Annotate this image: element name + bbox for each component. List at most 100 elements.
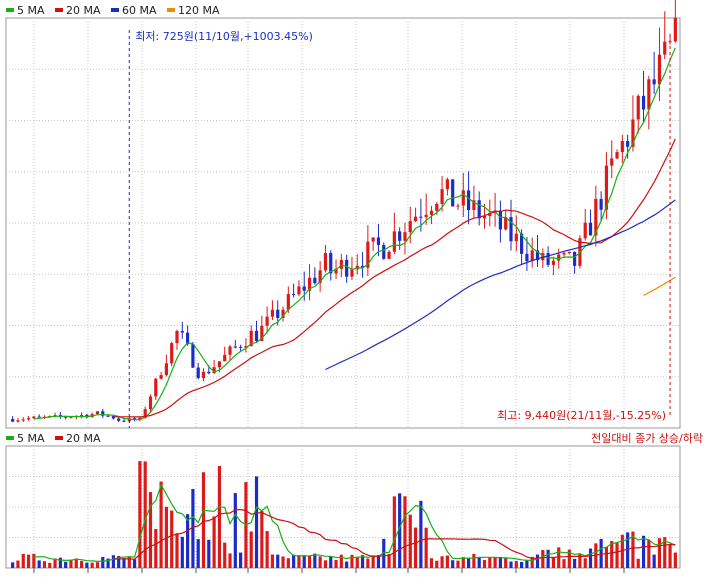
candle-body — [615, 152, 619, 159]
volume-bar — [148, 492, 153, 568]
volume-bar — [562, 559, 566, 568]
chart-canvas: 최저: 725원(11/10월,+1003.45%) 최고: 9,440원(21/… — [5, 0, 703, 573]
volume-bar — [286, 558, 290, 568]
candle-body — [387, 251, 391, 259]
volume-bar — [477, 557, 481, 568]
volume-bar — [408, 514, 412, 568]
volume-bar — [461, 557, 465, 568]
candle-body — [69, 417, 73, 419]
volume-bar — [366, 558, 370, 568]
candle-body — [456, 205, 460, 207]
price-legend-swatch — [55, 8, 63, 12]
candle-body — [175, 331, 179, 344]
candle-body — [647, 79, 651, 110]
volume-bar — [254, 476, 259, 568]
candle-body — [345, 259, 349, 277]
candle-body — [329, 253, 333, 274]
candle-body — [424, 214, 428, 218]
candle-body — [201, 371, 206, 379]
volume-bar — [387, 554, 391, 568]
volume-bar — [424, 527, 428, 568]
candle-body — [350, 269, 354, 277]
candle-body — [265, 316, 269, 326]
volume-bar — [604, 546, 609, 568]
candle-body — [207, 371, 211, 374]
candle-body — [106, 415, 110, 417]
volume-bar — [429, 558, 434, 568]
volume-bar — [111, 555, 115, 568]
candle-body — [21, 419, 25, 421]
volume-bar — [345, 561, 349, 568]
volume-bar — [101, 556, 105, 568]
volume-bar — [180, 536, 184, 568]
candle-body — [445, 179, 449, 190]
volume-bar — [64, 561, 68, 568]
volume-bar — [413, 527, 418, 568]
candle-body — [313, 277, 317, 284]
candle-body — [376, 237, 381, 246]
volume-bar — [482, 560, 487, 568]
candle-body — [673, 17, 677, 42]
volume-bar — [196, 539, 200, 568]
candle-body — [583, 222, 587, 239]
volume-bar — [551, 557, 556, 568]
volume-bar — [42, 561, 47, 568]
candle-body — [530, 250, 534, 262]
candle-body — [382, 245, 386, 259]
volume-bar — [626, 532, 630, 568]
volume-bar — [58, 557, 62, 568]
volume-bar — [472, 553, 476, 568]
candle-body — [170, 343, 174, 364]
volume-bar — [456, 560, 460, 568]
candle-body — [270, 309, 275, 317]
volume-bar — [175, 533, 179, 568]
price-legend-label: 120 MA — [178, 4, 220, 17]
volume-bar — [297, 555, 301, 568]
volume-bar — [419, 500, 423, 568]
candle-body — [16, 420, 20, 422]
candle-body — [223, 354, 227, 362]
volume-bar — [69, 559, 73, 568]
volume-bar — [132, 559, 137, 568]
candle-body — [435, 203, 439, 211]
volume-bar — [170, 510, 174, 568]
volume-bar — [652, 554, 656, 568]
candle-body — [551, 260, 556, 265]
candle-body — [159, 375, 163, 379]
candle-body — [148, 396, 153, 410]
candle-body — [419, 216, 423, 218]
price-legend-label: 20 MA — [66, 4, 101, 17]
candle-body — [610, 158, 614, 166]
candle-body — [95, 411, 100, 415]
volume-bar — [466, 557, 471, 568]
volume-bar — [403, 496, 407, 568]
candle-body — [408, 221, 412, 233]
volume-bar — [636, 558, 640, 568]
candle-body — [514, 233, 518, 242]
volume-bar — [21, 553, 25, 568]
candle-body — [562, 252, 566, 255]
candle-body — [451, 179, 455, 207]
volume-bar — [573, 558, 577, 568]
volume-bar — [228, 553, 232, 568]
candle-body — [641, 95, 646, 110]
volume-bar — [302, 555, 306, 568]
candle-body — [573, 251, 577, 266]
volume-bar — [239, 552, 243, 568]
volume-bar — [323, 560, 328, 568]
volume-bar — [307, 555, 312, 568]
volume-bar — [493, 557, 497, 568]
volume-bar — [668, 544, 672, 568]
volume-bar — [673, 552, 677, 568]
candle-body — [191, 344, 195, 368]
volume-bar — [276, 554, 280, 568]
volume-bar — [445, 555, 449, 568]
volume-note: 전일대비 종가 상승/하락 — [591, 431, 703, 445]
volume-bar — [265, 531, 269, 568]
volume-bar — [201, 472, 206, 568]
candle-body — [525, 253, 529, 262]
volume-legend-label: 5 MA — [17, 432, 45, 445]
volume-ma5-line — [33, 483, 676, 563]
candle-body — [233, 346, 237, 348]
volume-bar — [223, 542, 227, 568]
